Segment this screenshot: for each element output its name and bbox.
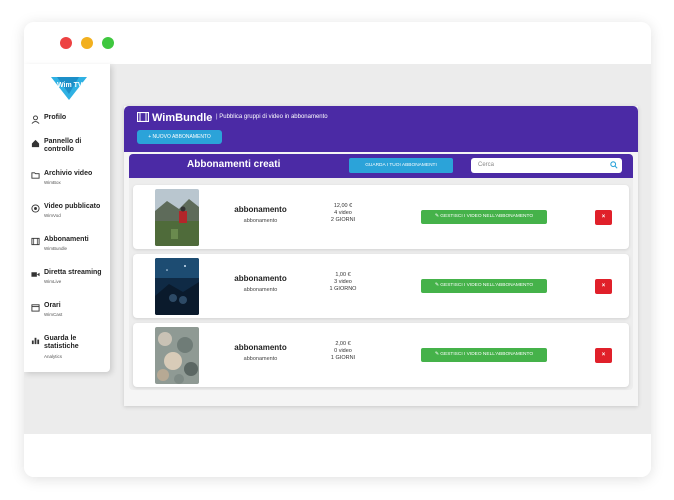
sidebar-item-sublabel: WimBundle (44, 246, 68, 251)
subscription-stats: 12,00 € 4 video 2 GIORNI (318, 203, 368, 224)
subscription-price: 12,00 € (333, 203, 353, 209)
sidebar-item-sublabel: WimVod (44, 213, 61, 218)
dashboard-icon (30, 139, 40, 149)
sidebar-item-label: Video pubblicato (44, 203, 101, 210)
maximize-window-button[interactable] (102, 37, 114, 49)
sidebar-item-label: Profilo (44, 114, 67, 121)
sidebar-item-sublabel: WimBox (44, 180, 61, 185)
app-window: Wim TV Profilo Pannello di controllo Arc… (24, 22, 651, 477)
subscription-description: abbonamento (243, 218, 278, 224)
delete-subscription-button[interactable]: × (595, 210, 612, 225)
broadcast-icon (30, 204, 40, 214)
minimize-window-button[interactable] (81, 37, 93, 49)
manage-videos-label: GESTISCI I VIDEO NELL'ABBONAMENTO (440, 352, 534, 357)
manage-videos-label: GESTISCI I VIDEO NELL'ABBONAMENTO (440, 214, 534, 219)
subscription-stats: 1,00 € 3 video 1 GIORNO (318, 272, 368, 293)
subscription-thumbnail (155, 258, 199, 315)
subscription-duration: 2 GIORNI (330, 217, 356, 223)
window-titlebar (24, 22, 651, 64)
manage-videos-button[interactable]: ✎ GESTISCI I VIDEO NELL'ABBONAMENTO (421, 348, 547, 362)
sidebar-item-label: Diretta streaming (44, 269, 102, 276)
sidebar: Wim TV Profilo Pannello di controllo Arc… (24, 64, 110, 372)
sidebar-item-sublabel: Analytics (44, 354, 63, 359)
sidebar-item-sublabel: WimCast (44, 312, 63, 317)
window-footer (24, 434, 651, 477)
manage-videos-button[interactable]: ✎ GESTISCI I VIDEO NELL'ABBONAMENTO (421, 210, 547, 224)
search-icon[interactable] (610, 161, 618, 169)
manage-videos-button[interactable]: ✎ GESTISCI I VIDEO NELL'ABBONAMENTO (421, 279, 547, 293)
view-subscriptions-label: GUARDA I TUOI ABBONAMENTI (365, 163, 437, 168)
subscription-video-count: 4 video (334, 210, 352, 216)
subscription-description: abbonamento (243, 287, 278, 293)
subscription-name: abbonamento (234, 205, 287, 214)
section-title: Abbonamenti creati (187, 159, 281, 170)
sidebar-item-sublabel: WimLive (44, 279, 62, 284)
delete-subscription-button[interactable]: × (595, 348, 612, 363)
main-panel: WimBundle | Pubblica gruppi di video in … (124, 106, 638, 406)
subscription-video-count: 0 video (334, 348, 352, 354)
bar-chart-icon (30, 336, 40, 346)
app-content: Wim TV Profilo Pannello di controllo Arc… (24, 64, 651, 434)
subscription-thumbnail (155, 327, 199, 384)
manage-videos-label: GESTISCI I VIDEO NELL'ABBONAMENTO (440, 283, 534, 288)
subscription-card: abbonamento abbonamento 2,00 € 0 video 1… (133, 323, 629, 387)
new-subscription-button[interactable]: + NUOVO ABBONAMENTO (137, 130, 222, 144)
camera-icon (30, 270, 40, 280)
subscriptions-section: Abbonamenti creati GUARDA I TUOI ABBONAM… (129, 154, 633, 390)
wimtv-logo[interactable]: Wim TV (49, 74, 89, 102)
subscription-price: 1,00 € (335, 272, 351, 278)
sidebar-item-label: Guarda le statistiche (44, 335, 79, 350)
subscription-card: abbonamento abbonamento 12,00 € 4 video … (133, 185, 629, 249)
sidebar-item-label: Archivio video (44, 170, 93, 177)
film-icon (30, 237, 40, 247)
main-header: WimBundle | Pubblica gruppi di video in … (124, 106, 638, 152)
delete-subscription-button[interactable]: × (595, 279, 612, 294)
subscription-duration: 1 GIORNO (329, 286, 357, 292)
page-subtitle: | Pubblica gruppi di video in abbonament… (216, 114, 328, 120)
view-subscriptions-button[interactable]: GUARDA I TUOI ABBONAMENTI (349, 158, 453, 173)
subscription-video-count: 3 video (334, 279, 352, 285)
subscription-duration: 1 GIORNI (330, 355, 356, 361)
subscription-stats: 2,00 € 0 video 1 GIORNI (318, 341, 368, 362)
page-title: WimBundle (152, 112, 213, 124)
close-window-button[interactable] (60, 37, 72, 49)
subscription-name: abbonamento (234, 274, 287, 283)
sidebar-item-label: Abbonamenti (44, 236, 89, 243)
logo-text: Wim TV (57, 82, 83, 89)
search-placeholder: Cerca (478, 162, 495, 168)
sidebar-item-label: Orari (44, 302, 61, 309)
subscription-thumbnail (155, 189, 199, 246)
film-icon (137, 112, 149, 122)
subscription-card: abbonamento abbonamento 1,00 € 3 video 1… (133, 254, 629, 318)
search-input[interactable]: Cerca (471, 158, 622, 173)
user-icon (30, 115, 40, 125)
section-header: Abbonamenti creati GUARDA I TUOI ABBONAM… (129, 154, 633, 178)
subscription-price: 2,00 € (335, 341, 351, 347)
sidebar-item-label: Pannello di controllo (44, 138, 82, 153)
folder-icon (30, 171, 40, 181)
subscription-description: abbonamento (243, 356, 278, 362)
subscription-name: abbonamento (234, 343, 287, 352)
calendar-icon (30, 303, 40, 313)
